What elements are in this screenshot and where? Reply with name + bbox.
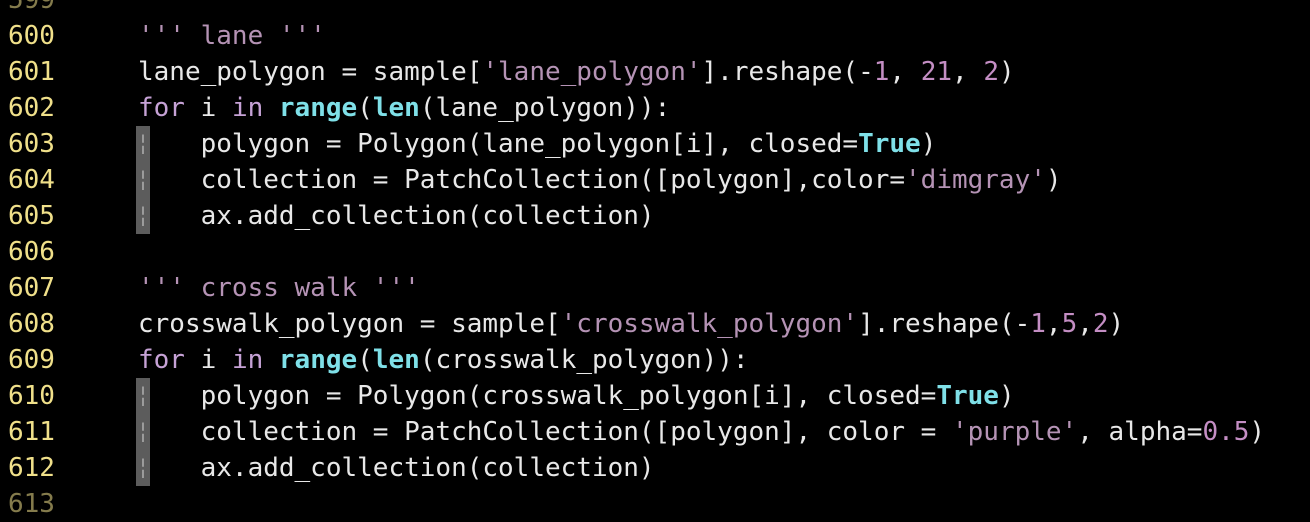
code-text: ax.add_collection(collection) bbox=[138, 201, 655, 231]
line-number: 606 bbox=[8, 237, 55, 267]
code-line[interactable]: 601 lane_polygon = sample['lane_polygon']… bbox=[0, 54, 1310, 90]
line-number: 612 bbox=[8, 453, 55, 483]
code-line[interactable]: 613 bbox=[0, 486, 1310, 522]
code-line[interactable]: 612 ¦ ax.add_collection(collection) bbox=[0, 450, 1310, 486]
code-text: collection = PatchCollection([polygon],c… bbox=[138, 165, 1062, 195]
line-number: 605 bbox=[8, 201, 55, 231]
line-number: 601 bbox=[8, 57, 55, 87]
code-text: ''' cross walk ''' bbox=[138, 273, 420, 303]
line-number: 607 bbox=[8, 273, 55, 303]
code-line[interactable]: 607 ''' cross walk ''' bbox=[0, 270, 1310, 306]
code-text: for i in range(len(lane_polygon)): bbox=[138, 93, 671, 123]
code-line[interactable]: 611 ¦ collection = PatchCollection([polyg… bbox=[0, 414, 1310, 450]
code-line[interactable]: 605 ¦ ax.add_collection(collection) bbox=[0, 198, 1310, 234]
code-text: ax.add_collection(collection) bbox=[138, 453, 655, 483]
code-line[interactable]: 599 bbox=[0, 0, 1310, 18]
line-number: 599 bbox=[8, 0, 55, 15]
line-number: 603 bbox=[8, 129, 55, 159]
code-text: polygon = Polygon(crosswalk_polygon[i], … bbox=[138, 381, 1015, 411]
code-text: collection = PatchCollection([polygon], … bbox=[138, 417, 1266, 447]
code-text: polygon = Polygon(lane_polygon[i], close… bbox=[138, 129, 937, 159]
line-number: 610 bbox=[8, 381, 55, 411]
line-number: 600 bbox=[8, 21, 55, 51]
code-line[interactable]: 604 ¦ collection = PatchCollection([polyg… bbox=[0, 162, 1310, 198]
code-line[interactable]: 610 ¦ polygon = Polygon(crosswalk_polygon… bbox=[0, 378, 1310, 414]
line-number: 602 bbox=[8, 93, 55, 123]
code-line[interactable]: 600 ''' lane ''' bbox=[0, 18, 1310, 54]
code-line[interactable]: 606 bbox=[0, 234, 1310, 270]
code-text: lane_polygon = sample['lane_polygon'].re… bbox=[138, 57, 1015, 87]
line-number: 604 bbox=[8, 165, 55, 195]
code-text: ''' lane ''' bbox=[138, 21, 326, 51]
line-number: 609 bbox=[8, 345, 55, 375]
code-line[interactable]: 602 for i in range(len(lane_polygon)): bbox=[0, 90, 1310, 126]
line-number: 611 bbox=[8, 417, 55, 447]
code-line[interactable]: 608 crosswalk_polygon = sample['crosswalk… bbox=[0, 306, 1310, 342]
code-line[interactable]: 603 ¦ polygon = Polygon(lane_polygon[i], … bbox=[0, 126, 1310, 162]
code-line[interactable]: 609 for i in range(len(crosswalk_polygon)… bbox=[0, 342, 1310, 378]
line-number: 613 bbox=[8, 489, 55, 519]
line-number: 608 bbox=[8, 309, 55, 339]
code-text: crosswalk_polygon = sample['crosswalk_po… bbox=[138, 309, 1125, 339]
code-text: for i in range(len(crosswalk_polygon)): bbox=[138, 345, 749, 375]
code-editor[interactable]: 599 600 ''' lane ''' 601 lane_polygon = samp… bbox=[0, 0, 1310, 522]
